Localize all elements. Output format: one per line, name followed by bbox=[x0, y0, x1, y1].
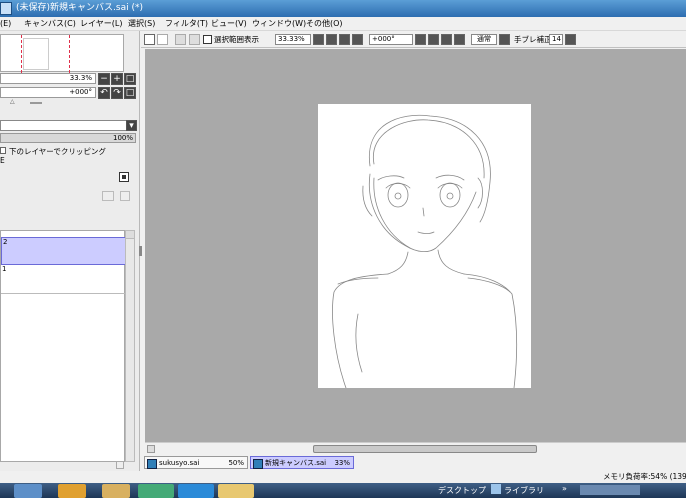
blend-mode-field[interactable]: 通常 bbox=[471, 34, 497, 45]
rotate-right-button[interactable]: ↷ bbox=[111, 87, 123, 99]
toolbar-rotation-field[interactable]: +000° bbox=[369, 34, 413, 45]
menu-filter[interactable]: フィルタ(T) bbox=[165, 17, 208, 31]
scroll-up-button[interactable] bbox=[126, 231, 134, 239]
sai-file-icon bbox=[253, 459, 263, 469]
selection-visible-label: 選択範囲表示 bbox=[214, 35, 259, 44]
layer-list-scrollbar[interactable] bbox=[125, 230, 135, 462]
menu-view[interactable]: ビュー(V) bbox=[211, 17, 247, 31]
title-bar: (未保存)新規キャンバス.sai (*) bbox=[0, 0, 686, 17]
rotation-reset-icon[interactable] bbox=[454, 34, 465, 45]
file-tab-zoom: 50% bbox=[228, 459, 244, 467]
navigator-frame-left bbox=[21, 35, 22, 73]
slider-marker-icon[interactable]: △ bbox=[10, 98, 15, 105]
file-tab-name: sukusyo.sai bbox=[159, 459, 200, 467]
file-tabs: sukusyo.sai 50% 新規キャンバス.sai 33% bbox=[141, 455, 686, 471]
rotate-ccw-icon[interactable] bbox=[428, 34, 439, 45]
canvas-horizontal-scrollbar[interactable] bbox=[145, 442, 686, 455]
navigator-preview[interactable] bbox=[0, 34, 124, 73]
scrollbar-thumb[interactable] bbox=[313, 445, 537, 453]
deselect-icon[interactable] bbox=[175, 34, 186, 45]
file-tab-sukusyo[interactable]: sukusyo.sai 50% bbox=[144, 456, 248, 469]
zoom-reset-button[interactable]: □ bbox=[124, 73, 136, 85]
taskbar-skype-icon[interactable] bbox=[178, 484, 214, 498]
zoom-dropdown-icon[interactable] bbox=[313, 34, 324, 45]
panel-splitter[interactable] bbox=[30, 102, 42, 104]
file-tab-zoom: 33% bbox=[334, 459, 350, 467]
copy-layer-icon[interactable] bbox=[102, 191, 114, 201]
taskbar-sai-icon[interactable] bbox=[218, 484, 254, 498]
canvas-toolbar: 選択範囲表示 33.33% +000° 通常 手ブレ補正 14 bbox=[141, 31, 686, 48]
app-icon bbox=[0, 2, 12, 15]
redo-icon[interactable] bbox=[157, 34, 168, 45]
window-title: (未保存)新規キャンバス.sai (*) bbox=[16, 3, 143, 13]
layer-name: 1 bbox=[2, 265, 7, 273]
menu-other[interactable]: その他(O) bbox=[306, 17, 343, 31]
layer-row-2[interactable]: 2 bbox=[1, 237, 126, 265]
menu-select[interactable]: 選択(S) bbox=[128, 17, 155, 31]
stabilizer-value-field[interactable]: 14 bbox=[549, 34, 563, 45]
layer-opacity-bar[interactable]: 100% bbox=[0, 133, 136, 143]
invert-selection-icon[interactable] bbox=[189, 34, 200, 45]
toolbar-zoom-out-icon[interactable] bbox=[326, 34, 337, 45]
taskbar-desktop-label[interactable]: デスクトップ bbox=[438, 485, 486, 496]
clipping-checkbox[interactable] bbox=[0, 147, 6, 154]
stabilizer-dropdown-icon[interactable] bbox=[565, 34, 576, 45]
layer-blend-dropdown[interactable]: ▾ bbox=[0, 120, 137, 131]
rotation-dropdown-icon[interactable] bbox=[415, 34, 426, 45]
canvas-paper[interactable] bbox=[318, 104, 531, 388]
layer-list: 2 1 bbox=[0, 230, 127, 462]
taskbar-explorer-icon[interactable] bbox=[14, 484, 42, 498]
layer-row-1[interactable]: 1 bbox=[1, 265, 127, 294]
scroll-left-button[interactable] bbox=[147, 445, 155, 453]
navigator-frame-right bbox=[69, 35, 70, 73]
navigator-rotation-field[interactable]: +000° bbox=[0, 87, 96, 98]
toolbar-zoom-in-icon[interactable] bbox=[339, 34, 350, 45]
sketch-drawing bbox=[332, 114, 518, 388]
sai-file-icon bbox=[147, 459, 157, 469]
taskbar-library-label[interactable]: ライブラリ bbox=[504, 485, 544, 496]
stabilizer-label: 手ブレ補正 bbox=[514, 35, 552, 44]
file-tab-new-canvas[interactable]: 新規キャンバス.sai 33% bbox=[250, 456, 354, 469]
panel-resize-handle[interactable] bbox=[139, 246, 142, 256]
zoom-out-button[interactable]: − bbox=[98, 73, 110, 85]
layer-name: 2 bbox=[3, 238, 8, 246]
left-panel: 33.3% − + □ +000° ↶ ↷ □ △ ▾ 100% 下のレイヤーで… bbox=[0, 31, 140, 471]
navigator-zoom-field[interactable]: 33.3% bbox=[0, 73, 96, 84]
rotate-left-button[interactable]: ↶ bbox=[98, 87, 110, 99]
library-icon bbox=[491, 484, 501, 494]
menu-canvas[interactable]: キャンバス(C) bbox=[24, 17, 76, 31]
toolbar-zoom-field[interactable]: 33.33% bbox=[275, 34, 311, 45]
rotate-reset-button[interactable]: □ bbox=[124, 87, 136, 99]
zoom-in-button[interactable]: + bbox=[111, 73, 123, 85]
system-tray-icons[interactable] bbox=[580, 485, 640, 495]
taskbar-browser-icon[interactable] bbox=[138, 484, 174, 498]
selection-visible-checkbox[interactable] bbox=[203, 35, 212, 44]
flip-horizontal-icon[interactable] bbox=[499, 34, 510, 45]
memory-usage-text: メモリ負荷率:54% (139ME bbox=[603, 472, 686, 481]
undo-icon[interactable] bbox=[144, 34, 155, 45]
menu-edit[interactable]: (E) bbox=[0, 17, 11, 31]
clipping-label: 下のレイヤーでクリッピング bbox=[9, 147, 106, 156]
file-tab-name: 新規キャンバス.sai bbox=[265, 459, 327, 467]
menu-bar: (E) キャンバス(C) レイヤー(L) 選択(S) フィルタ(T) ビュー(V… bbox=[0, 17, 686, 31]
layer-mode-label: E bbox=[0, 156, 5, 165]
rotate-cw-icon[interactable] bbox=[441, 34, 452, 45]
panel-corner-button[interactable] bbox=[116, 461, 124, 469]
status-bar: メモリ負荷率:54% (139ME bbox=[141, 471, 686, 483]
canvas-viewport[interactable] bbox=[145, 49, 686, 442]
taskbar-media-icon[interactable] bbox=[58, 484, 86, 498]
toolbar-zoom-reset-icon[interactable] bbox=[352, 34, 363, 45]
navigator-thumbnail bbox=[23, 38, 49, 70]
dropdown-arrow-icon: ▾ bbox=[126, 120, 137, 131]
tray-expand-icon[interactable]: » bbox=[562, 484, 567, 493]
delete-layer-icon[interactable] bbox=[120, 191, 130, 201]
menu-window[interactable]: ウィンドウ(W) bbox=[252, 17, 306, 31]
menu-layer[interactable]: レイヤー(L) bbox=[80, 17, 122, 31]
taskbar-folder-icon[interactable] bbox=[102, 484, 130, 498]
new-layer-set-icon[interactable] bbox=[119, 172, 129, 182]
windows-taskbar: デスクトップ ライブラリ » bbox=[0, 483, 686, 498]
